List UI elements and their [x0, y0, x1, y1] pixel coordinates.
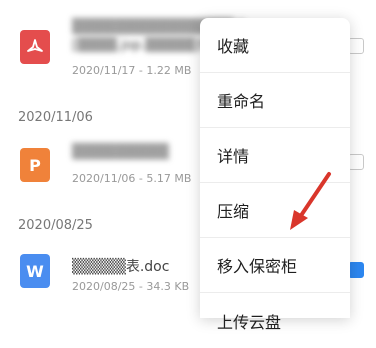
word-icon: W — [20, 254, 50, 288]
section-date: 2020/08/25 — [18, 218, 93, 233]
menu-item-move-to-safe[interactable]: 移入保密柜 — [200, 238, 350, 293]
pdf-icon — [20, 30, 50, 64]
file-meta: 2020/11/17 - 1.22 MB — [72, 64, 192, 77]
select-checkbox[interactable] — [348, 38, 364, 54]
select-checkbox[interactable] — [348, 262, 364, 278]
file-size: 34.3 KB — [146, 280, 190, 293]
file-size: 5.17 MB — [146, 172, 192, 185]
file-date: 2020/11/17 — [72, 64, 136, 77]
file-date: 2020/08/25 — [72, 280, 136, 293]
file-meta: 2020/11/06 - 5.17 MB — [72, 172, 192, 185]
ppt-icon: P — [20, 148, 50, 182]
acrobat-glyph-icon — [27, 39, 43, 52]
file-size: 1.22 MB — [146, 64, 192, 77]
menu-item-favorite[interactable]: 收藏 — [200, 18, 350, 73]
file-date: 2020/11/06 — [72, 172, 136, 185]
file-subtitle: [▒▒▒▒.jop.▒▒▒▒▒]f — [72, 38, 205, 53]
menu-item-upload-cloud[interactable]: 上传云盘 — [200, 293, 350, 348]
context-menu: 收藏 重命名 详情 压缩 移入保密柜 上传云盘 — [200, 18, 350, 332]
file-title: ▒▒▒▒▒表.doc — [72, 259, 170, 275]
menu-item-rename[interactable]: 重命名 — [200, 73, 350, 128]
file-title: ▒▒▒▒▒▒▒▒▒ — [72, 144, 169, 160]
select-checkbox[interactable] — [348, 154, 364, 170]
section-date: 2020/11/06 — [18, 110, 93, 125]
annotation-arrow-icon — [290, 172, 331, 230]
file-meta: 2020/08/25 - 34.3 KB — [72, 280, 190, 293]
